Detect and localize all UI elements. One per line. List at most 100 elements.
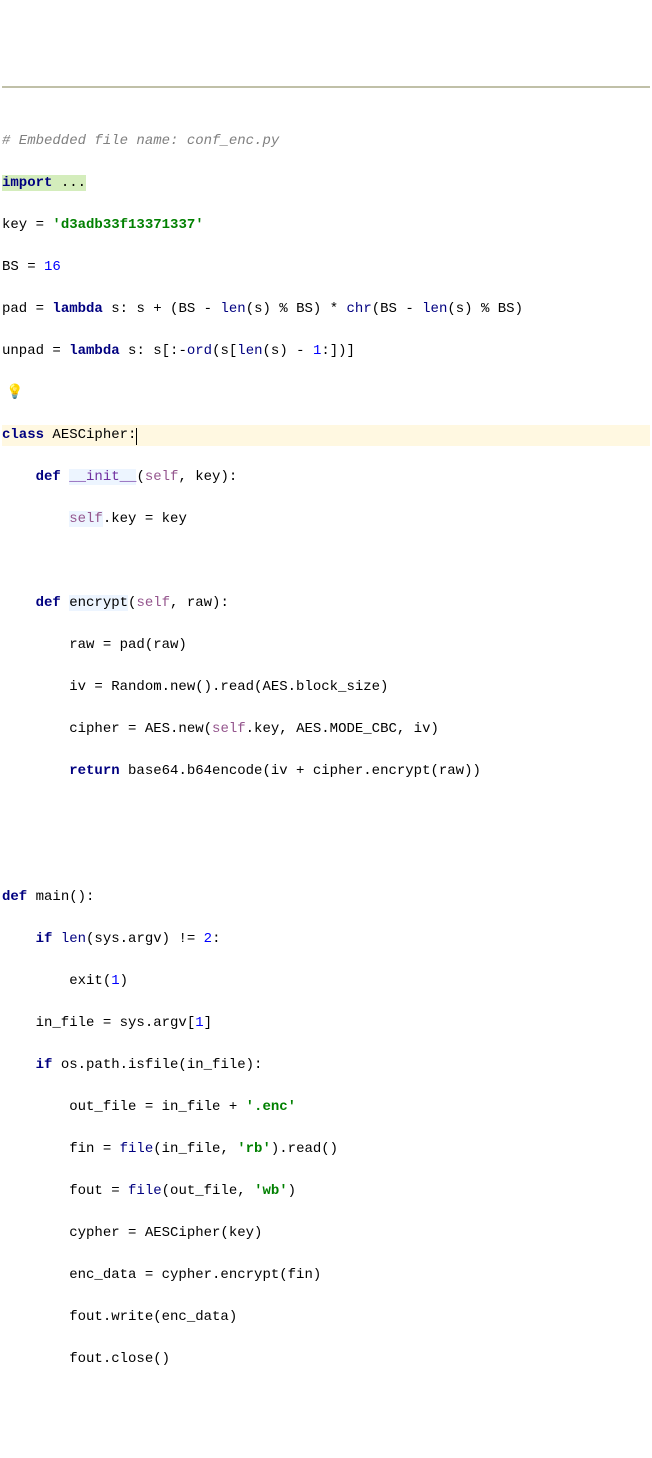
keyword-def: def: [2, 889, 36, 905]
code-editor[interactable]: # Embedded file name: conf_enc.py import…: [2, 110, 650, 1458]
code-line: if len(sys.argv) != 2:: [2, 929, 650, 950]
code-text: .key, AES.MODE_CBC, iv): [246, 721, 439, 737]
assign: key =: [2, 217, 52, 233]
code-text: os.path.isfile(in_file):: [61, 1057, 263, 1073]
code-text: fout.write(enc_data): [2, 1309, 237, 1325]
keyword-return: return: [2, 763, 128, 779]
code-text: ).read(): [271, 1141, 338, 1157]
builtin-len: len: [61, 931, 86, 947]
import-dots: ...: [52, 175, 86, 191]
blank-line: [2, 551, 650, 572]
code-text: (s) % BS) *: [246, 301, 347, 317]
colon: :: [128, 427, 136, 443]
assign: BS =: [2, 259, 44, 275]
code-text: cipher = AES.new(: [2, 721, 212, 737]
class-name: AESCipher: [52, 427, 128, 443]
blank-line: [2, 1391, 650, 1412]
code-text: enc_data = cypher.encrypt(fin): [2, 1267, 321, 1283]
code-text: s: s[:-: [120, 343, 187, 359]
sig-rest: , key):: [178, 469, 237, 485]
number-literal: 1: [111, 973, 119, 989]
code-line: if os.path.isfile(in_file):: [2, 1055, 650, 1076]
func-name: main: [36, 889, 70, 905]
code-text: (s) % BS): [447, 301, 523, 317]
self-ref: self: [69, 511, 103, 527]
string-literal: 'rb': [237, 1141, 271, 1157]
method-name: encrypt: [69, 595, 128, 611]
code-text: iv = Random.new().read(AES.block_size): [2, 679, 388, 695]
code-line: key = 'd3adb33f13371337': [2, 215, 650, 236]
intention-bulb-icon[interactable]: 💡: [6, 383, 23, 404]
comment-text: # Embedded file name: conf_enc.py: [2, 133, 279, 149]
code-line: out_file = in_file + '.enc': [2, 1097, 650, 1118]
code-text: (BS -: [372, 301, 422, 317]
code-line: fout.write(enc_data): [2, 1307, 650, 1328]
code-line: unpad = lambda s: s[:-ord(s[len(s) - 1:]…: [2, 341, 650, 362]
code-line: exit(1): [2, 971, 650, 992]
paren: (: [136, 469, 144, 485]
editor-top-rule: [2, 86, 650, 88]
code-line: in_file = sys.argv[1]: [2, 1013, 650, 1034]
string-literal: '.enc': [246, 1099, 296, 1115]
string-literal: 'd3adb33f13371337': [52, 217, 203, 233]
keyword-if: if: [2, 931, 61, 947]
self-ref: self: [212, 721, 246, 737]
keyword-if: if: [2, 1057, 61, 1073]
code-line: # Embedded file name: conf_enc.py: [2, 131, 650, 152]
indent: [2, 511, 69, 527]
code-text: raw = pad(raw): [2, 637, 187, 653]
keyword-lambda: lambda: [52, 301, 102, 317]
assign: pad =: [2, 301, 52, 317]
self-param: self: [136, 595, 170, 611]
builtin-len: len: [422, 301, 447, 317]
keyword-def: def: [2, 469, 69, 485]
blank-line: [2, 803, 650, 824]
builtin-ord: ord: [187, 343, 212, 359]
code-text: (s) -: [263, 343, 313, 359]
code-line: fin = file(in_file, 'rb').read(): [2, 1139, 650, 1160]
keyword-def: def: [2, 595, 69, 611]
paren: ): [288, 1183, 296, 1199]
builtin-chr: chr: [347, 301, 372, 317]
code-line: enc_data = cypher.encrypt(fin): [2, 1265, 650, 1286]
code-text: in_file = sys.argv[: [2, 1015, 195, 1031]
number-literal: 16: [44, 259, 61, 275]
code-line: cypher = AESCipher(key): [2, 1223, 650, 1244]
code-text: cypher = AESCipher(key): [2, 1225, 262, 1241]
code-text: fin =: [2, 1141, 120, 1157]
code-text: (s[: [212, 343, 237, 359]
code-line: return base64.b64encode(iv + cipher.encr…: [2, 761, 650, 782]
assign: unpad =: [2, 343, 69, 359]
code-line-active: class AESCipher:: [2, 425, 650, 446]
code-line: def encrypt(self, raw):: [2, 593, 650, 614]
sig: ():: [69, 889, 94, 905]
self-param: self: [145, 469, 179, 485]
code-line: raw = pad(raw): [2, 635, 650, 656]
code-line: iv = Random.new().read(AES.block_size): [2, 677, 650, 698]
number-literal: 1: [195, 1015, 203, 1031]
builtin-len: len: [220, 301, 245, 317]
code-text: (out_file,: [162, 1183, 254, 1199]
keyword-lambda: lambda: [69, 343, 119, 359]
blank-line: [2, 1433, 650, 1454]
builtin-file: file: [128, 1183, 162, 1199]
sig-rest: , raw):: [170, 595, 229, 611]
keyword-import: import: [2, 175, 52, 191]
code-text: (sys.argv) !=: [86, 931, 204, 947]
builtin-len: len: [237, 343, 262, 359]
code-line: import ...: [2, 173, 650, 194]
code-line: 💡: [2, 383, 650, 404]
colon: :: [212, 931, 220, 947]
keyword-class: class: [2, 427, 52, 443]
blank-line: [2, 845, 650, 866]
code-text: (in_file,: [153, 1141, 237, 1157]
code-text: exit(: [2, 973, 111, 989]
code-text: out_file = in_file +: [2, 1099, 246, 1115]
code-line: BS = 16: [2, 257, 650, 278]
builtin-file: file: [120, 1141, 154, 1157]
code-line: cipher = AES.new(self.key, AES.MODE_CBC,…: [2, 719, 650, 740]
code-text: fout =: [2, 1183, 128, 1199]
code-text: base64.b64encode(iv + cipher.encrypt(raw…: [128, 763, 481, 779]
method-init: __init__: [69, 469, 136, 485]
code-line: def main():: [2, 887, 650, 908]
